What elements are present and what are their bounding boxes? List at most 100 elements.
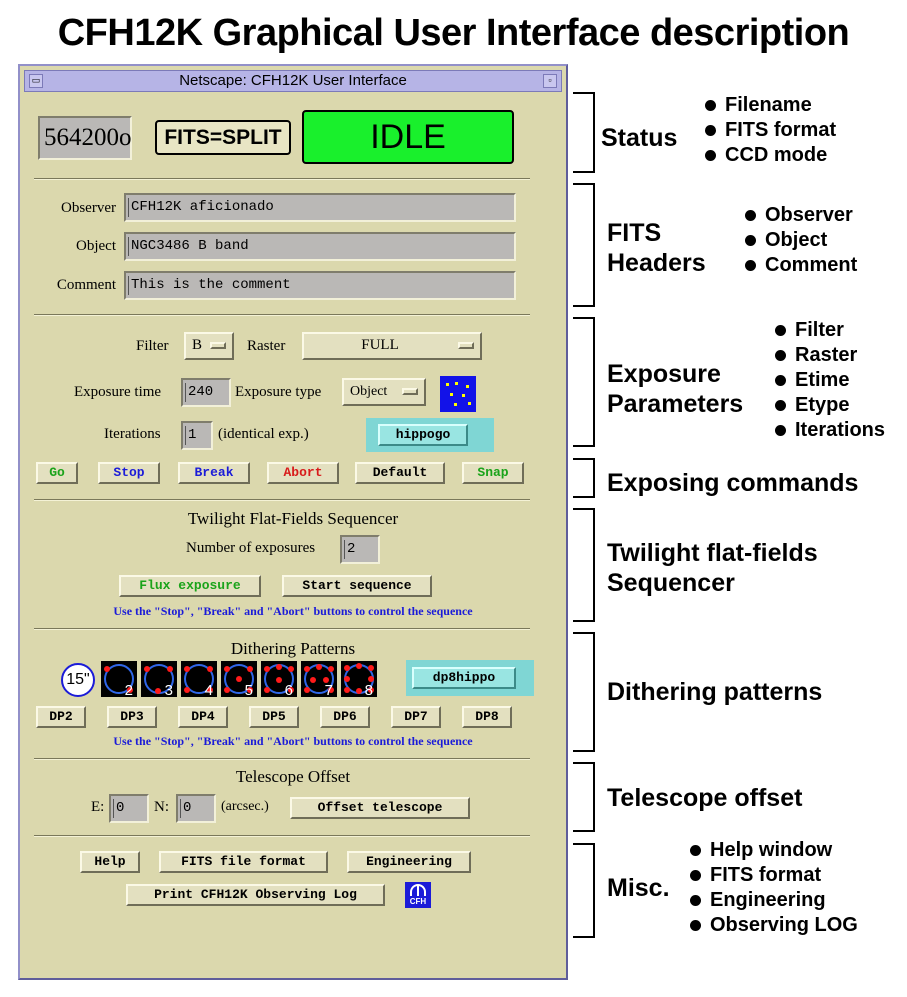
dp2-button[interactable]: DP2: [36, 706, 86, 728]
exposure-annotation-title-1: Exposure: [607, 360, 721, 388]
dither-tile-number: 5: [244, 682, 253, 699]
cfh12k-window: ▭ Netscape: CFH12K User Interface ▫ 5642…: [18, 64, 568, 980]
exposure-type-select[interactable]: Object: [342, 378, 426, 406]
exposure-annotation-item: Iterations: [773, 418, 885, 443]
dither-tile-number: 7: [324, 682, 333, 699]
hippogo-button[interactable]: hippogo: [378, 424, 468, 446]
dither-tile-5[interactable]: 5: [221, 661, 257, 699]
dither-tile-3[interactable]: 3: [141, 661, 177, 699]
dither-pattern-icon[interactable]: [440, 376, 476, 412]
fits-annotation-title-2: Headers: [607, 249, 706, 277]
cfh-logo-icon[interactable]: CFH: [405, 882, 431, 908]
raster-value: FULL: [361, 337, 399, 353]
page-title: CFH12K Graphical User Interface descript…: [57, 12, 850, 54]
status-annotation-item: Filename: [703, 93, 836, 118]
offset-e-field[interactable]: 0: [109, 794, 149, 823]
offset-n-field[interactable]: 0: [176, 794, 216, 823]
twilight-bracket: [573, 508, 595, 622]
iterations-note: (identical exp.): [218, 426, 309, 442]
twilight-annotation-title-1: Twilight flat-fields: [607, 539, 818, 567]
fits-annotation-item: Object: [743, 228, 857, 253]
dithering-bracket: [573, 632, 595, 752]
misc-annotation-list: Help window FITS format Engineering Obse…: [688, 838, 858, 938]
dp4-button[interactable]: DP4: [178, 706, 228, 728]
print-observing-log-button[interactable]: Print CFH12K Observing Log: [126, 884, 385, 906]
exposure-time-label: Exposure time: [74, 384, 162, 400]
start-sequence-button[interactable]: Start sequence: [282, 575, 432, 597]
dp5-button[interactable]: DP5: [249, 706, 299, 728]
comment-field[interactable]: This is the comment: [124, 271, 516, 300]
help-button[interactable]: Help: [80, 851, 140, 873]
object-field[interactable]: NGC3486 B band: [124, 232, 516, 261]
dither-tile-8[interactable]: 8: [341, 661, 377, 699]
dither-15-tile[interactable]: 15": [61, 663, 95, 697]
separator: [34, 178, 530, 180]
offset-telescope-button[interactable]: Offset telescope: [290, 797, 470, 819]
abort-button[interactable]: Abort: [267, 462, 339, 484]
iterations-field[interactable]: 1: [181, 421, 213, 450]
dp6-button[interactable]: DP6: [320, 706, 370, 728]
separator: [34, 499, 530, 501]
twilight-annotation-title-2: Sequencer: [607, 569, 735, 597]
engineering-button[interactable]: Engineering: [347, 851, 471, 873]
dither-tile-2[interactable]: 2: [101, 661, 137, 699]
fits-annotation-item: Comment: [743, 253, 857, 278]
twilight-num-label: Number of exposures: [186, 540, 316, 556]
exposure-annotation-title-2: Parameters: [607, 390, 744, 418]
exposure-annotation-item: Raster: [773, 343, 885, 368]
fits-file-format-button[interactable]: FITS file format: [159, 851, 328, 873]
dither-tile-number: 4: [204, 682, 213, 699]
status-annotation-item: CCD mode: [703, 143, 836, 168]
twilight-title: Twilight Flat-Fields Sequencer: [187, 509, 399, 528]
snap-button[interactable]: Snap: [462, 462, 524, 484]
offset-title: Telescope Offset: [235, 767, 351, 786]
dp3-button[interactable]: DP3: [107, 706, 157, 728]
filter-value: B: [192, 337, 203, 353]
raster-select[interactable]: FULL: [302, 332, 482, 360]
dp8hippo-button[interactable]: dp8hippo: [412, 667, 516, 689]
offset-annotation-title: Telescope offset: [607, 784, 803, 812]
dither-tile-7[interactable]: 7: [301, 661, 337, 699]
twilight-num-field[interactable]: 2: [340, 535, 380, 564]
exposure-time-field[interactable]: 240: [181, 378, 231, 407]
fits-annotation-item: Observer: [743, 203, 857, 228]
offset-e-label: E:: [91, 799, 105, 815]
option-indicator-icon: [458, 342, 474, 349]
separator: [34, 314, 530, 316]
observer-field[interactable]: CFH12K aficionado: [124, 193, 516, 222]
misc-annotation-item: Observing LOG: [688, 913, 858, 938]
exposure-type-label: Exposure type: [235, 384, 322, 400]
dither-tile-6[interactable]: 6: [261, 661, 297, 699]
observer-label: Observer: [61, 200, 116, 216]
dither-tile-number: 8: [364, 682, 373, 699]
dp7-button[interactable]: DP7: [391, 706, 441, 728]
dither-tile-number: 3: [164, 682, 173, 699]
offset-bracket: [573, 762, 595, 832]
fits-annotation-list: Observer Object Comment: [743, 203, 857, 278]
filename-display: 564200o: [38, 116, 132, 160]
status-annotation-list: Filename FITS format CCD mode: [703, 93, 836, 168]
exposure-annotation-item: Etype: [773, 393, 885, 418]
dp8-button[interactable]: DP8: [462, 706, 512, 728]
misc-annotation-title: Misc.: [607, 874, 670, 902]
go-button[interactable]: Go: [36, 462, 78, 484]
cfh-logo-text: CFH: [409, 897, 427, 906]
filter-label: Filter: [136, 338, 169, 354]
exposure-annotation-list: Filter Raster Etime Etype Iterations: [773, 318, 885, 443]
exposure-annotation-item: Filter: [773, 318, 885, 343]
exposure-annotation-item: Etime: [773, 368, 885, 393]
dither-tile-number: 2: [124, 682, 133, 699]
iterations-label: Iterations: [104, 426, 161, 442]
fits-format-display: FITS=SPLIT: [155, 120, 291, 155]
twilight-note: Use the "Stop", "Break" and "Abort" butt…: [113, 604, 473, 618]
commands-bracket: [573, 458, 595, 498]
default-button[interactable]: Default: [355, 462, 445, 484]
dither-tile-4[interactable]: 4: [181, 661, 217, 699]
flux-exposure-button[interactable]: Flux exposure: [119, 575, 261, 597]
dp8hippo-panel: dp8hippo: [406, 660, 534, 696]
break-button[interactable]: Break: [178, 462, 250, 484]
stop-button[interactable]: Stop: [98, 462, 160, 484]
filter-select[interactable]: B: [184, 332, 234, 360]
exposure-type-value: Object: [350, 384, 388, 399]
status-annotation-title: Status: [601, 124, 678, 152]
